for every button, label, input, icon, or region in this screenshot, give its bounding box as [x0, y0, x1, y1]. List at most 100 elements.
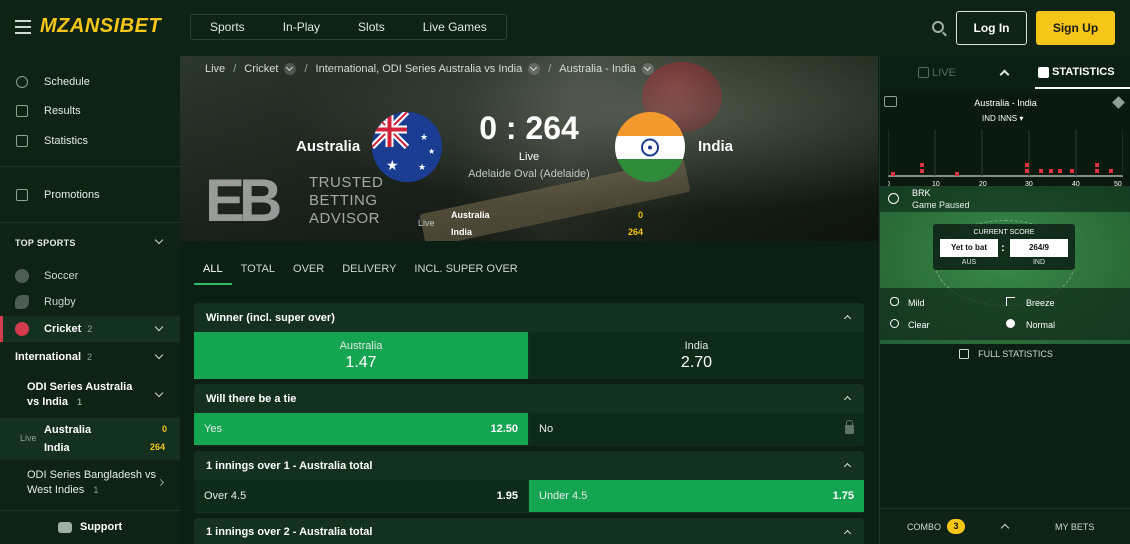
trusted-betting-advisor-logo: EB TRUSTED BETTING ADVISOR — [205, 167, 384, 234]
crumb-cricket[interactable]: Cricket — [244, 63, 278, 75]
tab-all[interactable]: ALL — [194, 260, 232, 285]
combo-count-badge: 3 — [947, 519, 965, 534]
weather-temp: Mild — [908, 298, 925, 308]
soccer-ball-icon — [15, 269, 29, 283]
cricket-field: BRK Game Paused CURRENT SCORE Yet to bat… — [880, 186, 1130, 344]
tba-line: ADVISOR — [309, 210, 381, 227]
chevron-down-icon[interactable] — [284, 63, 297, 75]
aus-label: AUS — [961, 259, 977, 266]
odd-india[interactable]: India 2.70 — [529, 332, 864, 379]
sidebar-series-aus-ind[interactable]: ODI Series Australia vs India 1 — [27, 380, 147, 410]
chevron-down-icon[interactable] — [528, 63, 541, 75]
status-text: Game Paused — [912, 200, 970, 210]
divider — [0, 222, 180, 223]
chevron-up-icon[interactable] — [999, 69, 1010, 80]
sidebar-item-results[interactable]: Results — [0, 98, 180, 124]
cricket-ball-icon — [15, 322, 29, 336]
market-tie: Will there be a tie Yes 12.50 No — [194, 384, 864, 446]
odd-under[interactable]: Under 4.5 1.75 — [529, 480, 864, 512]
tab-statistics[interactable]: STATISTICS — [1052, 66, 1115, 78]
crumb-match[interactable]: Australia - India — [559, 63, 635, 75]
logo[interactable]: MZANSIBET — [40, 15, 161, 38]
sidebar-series-ban-wi[interactable]: ODI Series Bangladesh vs West Indies 1 — [27, 468, 157, 498]
mini-score: 264 — [627, 227, 643, 237]
sidebar-region-international[interactable]: International 2 — [0, 344, 180, 370]
combo-tab[interactable]: COMBO — [907, 522, 941, 532]
sidebar-sport-rugby[interactable]: Rugby — [0, 289, 180, 315]
chevron-up-icon[interactable] — [843, 529, 852, 538]
divider — [0, 166, 180, 167]
chevron-down-icon[interactable] — [154, 388, 164, 398]
market-title[interactable]: Winner (incl. super over) — [194, 303, 864, 333]
sidebar-item-label: Schedule — [44, 76, 90, 88]
chevron-down-icon[interactable] — [154, 235, 164, 245]
full-statistics-link[interactable]: FULL STATISTICS — [880, 344, 1130, 364]
odd-australia[interactable]: Australia 1.47 — [194, 332, 528, 379]
clock-icon — [16, 76, 28, 88]
tab-live[interactable]: LIVE — [932, 67, 956, 79]
chat-icon — [58, 521, 72, 533]
sidebar-sport-cricket[interactable]: Cricket 2 — [0, 316, 180, 342]
market-title[interactable]: Will there be a tie — [194, 384, 864, 414]
runs-chart: 0 10 20 30 40 50 — [888, 130, 1123, 188]
chevron-up-icon[interactable] — [843, 314, 852, 323]
away-team-name: India — [698, 138, 734, 155]
odd-tie-yes[interactable]: Yes 12.50 — [194, 413, 528, 445]
mini-row: India 264 — [451, 227, 643, 237]
series-count: 1 — [93, 485, 99, 495]
nav-in-play[interactable]: In-Play — [264, 15, 339, 39]
crumb-series[interactable]: International, ODI Series Australia vs I… — [316, 63, 523, 75]
current-score-box: CURRENT SCORE Yet to bat : 264/9 AUS IND — [933, 224, 1075, 270]
market-title[interactable]: 1 innings over 2 - Australia total — [194, 518, 864, 544]
chart-icon — [16, 135, 28, 147]
statistics-icon — [1038, 67, 1049, 78]
event-team2: India — [44, 442, 70, 454]
status-code: BRK — [912, 188, 931, 198]
chevron-down-icon[interactable] — [641, 63, 654, 75]
sidebar-item-statistics[interactable]: Statistics — [0, 128, 180, 154]
sidebar-item-schedule[interactable]: Schedule — [0, 69, 180, 95]
lock-icon — [845, 419, 854, 434]
tab-delivery[interactable]: DELIVERY — [342, 260, 396, 285]
event-score2: 264 — [150, 442, 166, 452]
tab-incl-super-over[interactable]: INCL. SUPER OVER — [414, 260, 517, 285]
nav-sports[interactable]: Sports — [191, 15, 264, 39]
chevron-up-icon[interactable] — [1000, 523, 1010, 533]
market-winner: Winner (incl. super over) Australia 1.47… — [194, 303, 864, 379]
crumb-live[interactable]: Live — [205, 63, 225, 75]
chevron-up-icon[interactable] — [843, 462, 852, 471]
top-sports-heading: TOP SPORTS — [15, 238, 76, 248]
current-score-label: CURRENT SCORE — [973, 229, 1035, 236]
nav-slots[interactable]: Slots — [339, 15, 404, 39]
match-venue: Adelaide Oval (Adelaide) — [468, 168, 590, 180]
odd-over[interactable]: Over 4.5 1.95 — [194, 480, 528, 512]
divider — [0, 510, 180, 511]
odd-value: 1.75 — [832, 490, 854, 502]
wind-icon — [1006, 297, 1015, 306]
innings-selector[interactable]: IND INNS ▾ — [982, 114, 1023, 123]
tab-over[interactable]: OVER — [293, 260, 324, 285]
sidebar-item-promotions[interactable]: Promotions — [0, 182, 180, 208]
sun-icon — [890, 319, 899, 328]
gift-icon — [16, 189, 28, 201]
market-tabs: ALL TOTAL OVER DELIVERY INCL. SUPER OVER — [194, 260, 536, 285]
sidebar-sport-soccer[interactable]: Soccer — [0, 263, 180, 289]
top-bar: MZANSIBET Sports In-Play Slots Live Game… — [0, 0, 1130, 56]
weather-pitch: Normal — [1026, 320, 1056, 330]
menu-icon[interactable] — [15, 20, 31, 34]
search-icon[interactable] — [932, 21, 944, 33]
my-bets-tab[interactable]: MY BETS — [1055, 522, 1094, 532]
login-button[interactable]: Log In — [956, 11, 1027, 45]
ind-label: IND — [1032, 259, 1046, 266]
sidebar-event-aus-ind[interactable]: Live Australia 0 India 264 — [0, 418, 180, 460]
sport-label: Soccer — [44, 270, 79, 282]
market-title[interactable]: 1 innings over 1 - Australia total — [194, 451, 864, 481]
chevron-up-icon[interactable] — [843, 395, 852, 404]
signup-button[interactable]: Sign Up — [1036, 11, 1115, 45]
region-count: 2 — [87, 352, 93, 362]
support-button[interactable]: Support — [58, 521, 122, 533]
tab-total[interactable]: TOTAL — [241, 260, 275, 285]
sport-count: 2 — [87, 324, 93, 334]
chevron-right-icon[interactable] — [156, 478, 165, 487]
nav-live-games[interactable]: Live Games — [404, 15, 506, 39]
